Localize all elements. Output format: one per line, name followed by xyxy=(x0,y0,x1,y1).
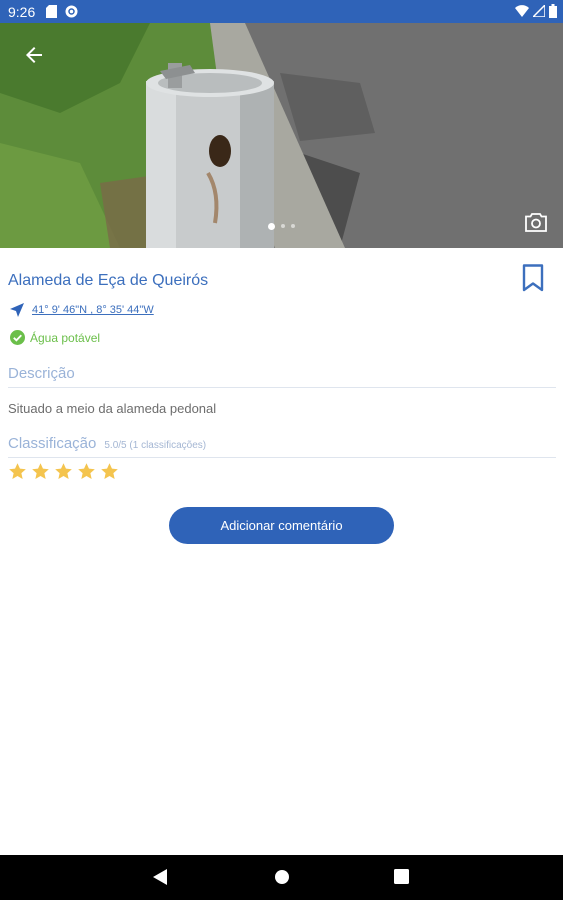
bookmark-icon[interactable] xyxy=(521,264,545,292)
back-arrow-icon[interactable] xyxy=(22,43,46,67)
coordinates-link[interactable]: 41° 9' 46"N , 8° 35' 44"W xyxy=(32,304,154,316)
star-icon xyxy=(101,463,118,480)
water-status-row: Água potável xyxy=(10,330,100,345)
fountain-photo xyxy=(0,23,563,248)
battery-icon xyxy=(549,4,557,18)
photo-carousel[interactable] xyxy=(0,23,563,248)
nav-back-icon[interactable] xyxy=(153,869,167,885)
coordinates-row[interactable]: 41° 9' 46"N , 8° 35' 44"W xyxy=(10,303,154,317)
system-navigation-bar xyxy=(0,855,563,900)
nav-recents-icon[interactable] xyxy=(394,869,409,884)
rating-divider xyxy=(8,457,556,458)
fountain-title: Alameda de Eça de Queirós xyxy=(8,272,209,289)
rating-stars xyxy=(8,462,119,481)
carousel-dot[interactable] xyxy=(268,222,275,230)
description-divider xyxy=(8,387,556,388)
carousel-dot[interactable] xyxy=(281,224,285,228)
status-bar: 9:26 xyxy=(0,0,563,23)
rating-summary: 5.0/5 (1 classificações) xyxy=(104,440,207,451)
sync-icon xyxy=(65,5,78,18)
signal-icon xyxy=(533,5,545,17)
check-circle-icon xyxy=(10,330,25,345)
description-text: Situado a meio da alameda pedonal xyxy=(8,401,217,416)
add-comment-button[interactable]: Adicionar comentário xyxy=(169,507,394,544)
description-heading: Descrição xyxy=(8,365,75,382)
star-icon xyxy=(9,463,26,480)
star-icon xyxy=(55,463,72,480)
star-icon xyxy=(78,463,95,480)
star-icon xyxy=(32,463,49,480)
nav-home-icon[interactable] xyxy=(274,869,290,885)
navigation-icon xyxy=(10,303,24,317)
carousel-indicator xyxy=(0,222,563,230)
carousel-dot[interactable] xyxy=(291,224,295,228)
rating-heading: Classificação xyxy=(8,435,97,452)
sd-card-icon xyxy=(46,5,57,18)
wifi-icon xyxy=(515,5,529,17)
water-status-label: Água potável xyxy=(30,330,101,345)
rating-heading-row: Classificação 5.0/5 (1 classificações) xyxy=(8,435,206,452)
status-time: 9:26 xyxy=(8,4,36,20)
